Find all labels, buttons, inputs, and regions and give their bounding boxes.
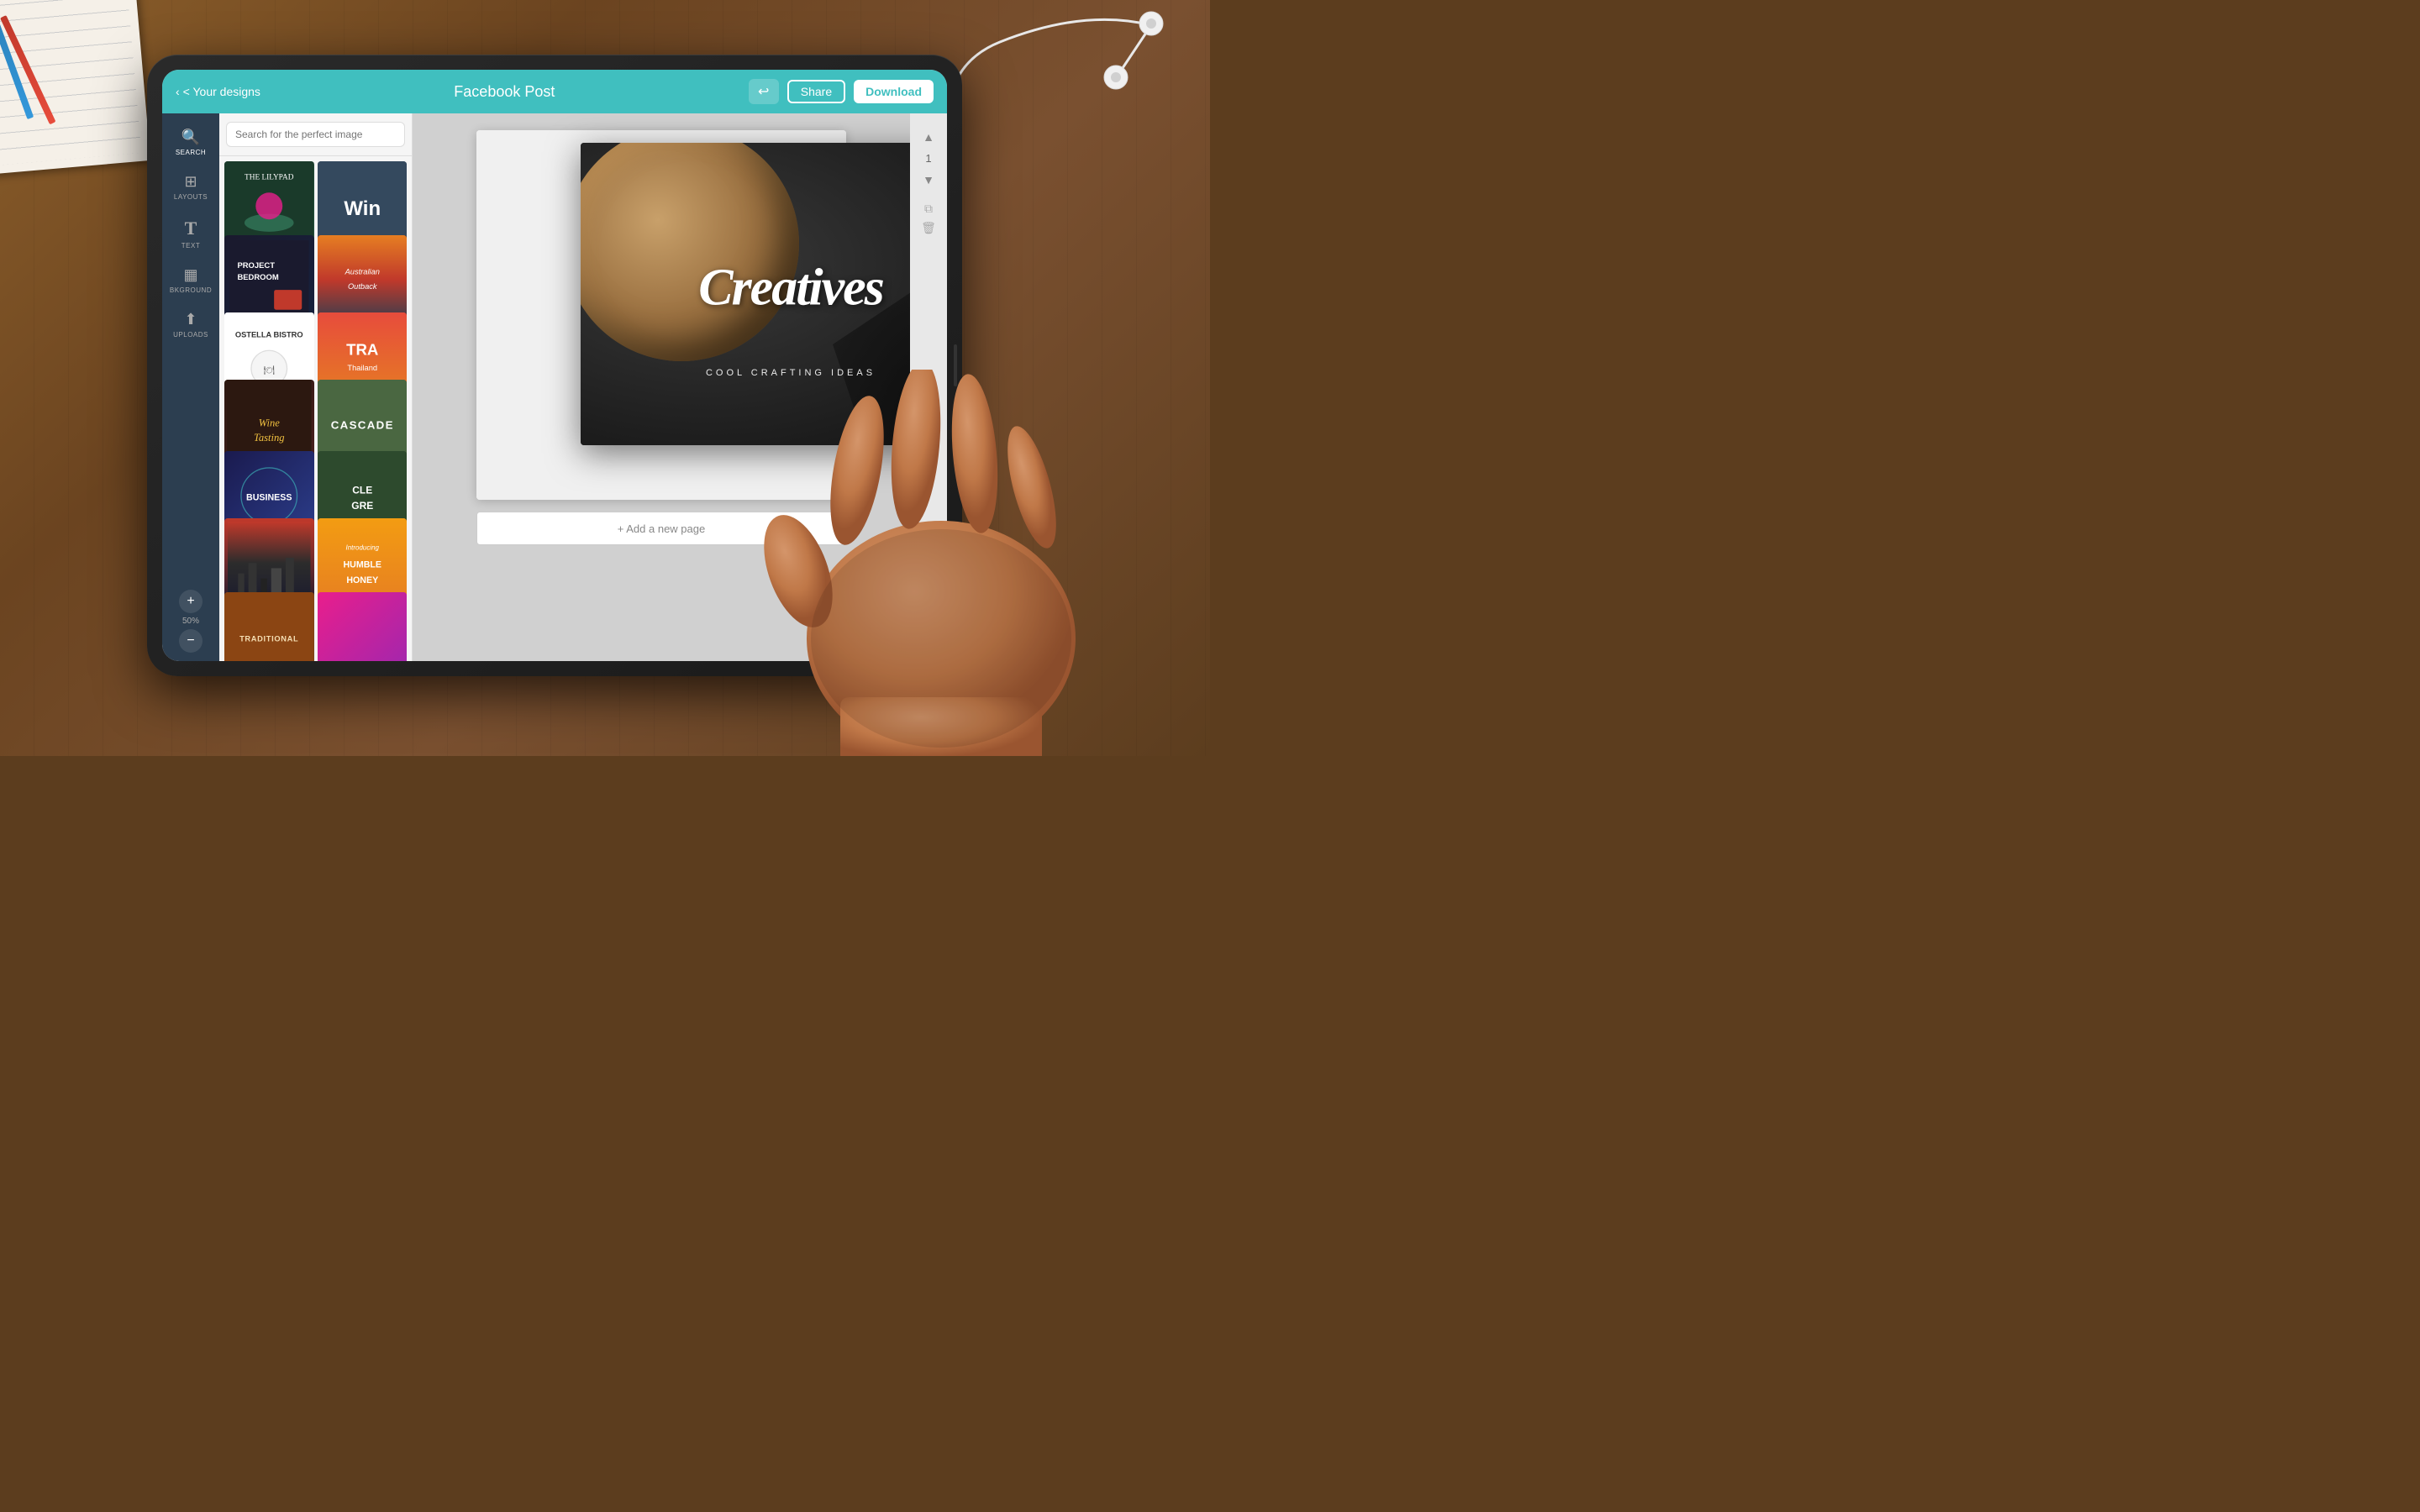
- notebook: [0, 0, 150, 175]
- background-label: BKGROUND: [170, 286, 212, 294]
- svg-text:Win: Win: [344, 197, 381, 220]
- svg-text:Introducing: Introducing: [345, 544, 379, 552]
- svg-text:Wine: Wine: [259, 417, 281, 428]
- sidebar-item-uploads[interactable]: ⬆ UPLOADS: [162, 302, 219, 347]
- add-page-label: + Add a new page: [618, 522, 705, 535]
- svg-text:PROJECT: PROJECT: [237, 261, 275, 270]
- back-button[interactable]: ‹ < Your designs: [176, 85, 260, 98]
- share-button[interactable]: Share: [787, 80, 845, 103]
- sidebar-item-search[interactable]: 🔍 SEARCH: [162, 120, 219, 165]
- back-label: < Your designs: [183, 85, 260, 98]
- search-label: SEARCH: [176, 149, 206, 156]
- svg-text:BUSINESS: BUSINESS: [246, 493, 292, 503]
- text-icon: T: [185, 218, 197, 239]
- page-down-button[interactable]: ▼: [918, 170, 939, 190]
- search-input[interactable]: [226, 122, 405, 147]
- sidebar-item-text[interactable]: T TEXT: [162, 209, 219, 258]
- svg-text:TRA: TRA: [346, 340, 378, 358]
- hand-overlay: [723, 370, 1160, 756]
- page-delete-button[interactable]: 🗑: [921, 221, 936, 235]
- undo-icon: ↩: [758, 83, 769, 100]
- zoom-value: 50%: [182, 617, 199, 626]
- search-box: [219, 113, 412, 156]
- layouts-icon: ⊞: [184, 173, 197, 191]
- creatives-title: Creatives: [698, 258, 883, 318]
- template-australia[interactable]: Australian Outback: [318, 235, 408, 325]
- document-title: Facebook Post: [260, 83, 749, 101]
- yarn-shape: [581, 143, 799, 361]
- zoom-out-button[interactable]: −: [179, 629, 203, 653]
- page-number: 1: [925, 152, 931, 165]
- template-panel: THE LILYPAD Win: [219, 113, 413, 661]
- top-bar: ‹ < Your designs Facebook Post ↩ Share D…: [162, 70, 947, 113]
- svg-text:Outback: Outback: [347, 282, 377, 291]
- sidebar-item-background[interactable]: ▦ BKGROUND: [162, 258, 219, 302]
- zoom-in-button[interactable]: +: [179, 590, 203, 613]
- page-down-icon: ▼: [923, 173, 934, 186]
- svg-text:Thailand: Thailand: [347, 364, 377, 372]
- svg-text:THE LILYPAD: THE LILYPAD: [245, 173, 294, 181]
- svg-text:🍽: 🍽: [263, 365, 275, 375]
- template-traditional[interactable]: TRADITIONAL: [224, 592, 314, 661]
- template-pink[interactable]: [318, 592, 408, 661]
- undo-button[interactable]: ↩: [749, 79, 779, 104]
- sidebar-bottom: + 50% −: [179, 590, 203, 661]
- sidebar-item-layouts[interactable]: ⊞ LAYOUTS: [162, 165, 219, 209]
- svg-text:CLE: CLE: [352, 485, 372, 496]
- delete-icon: 🗑: [921, 221, 936, 234]
- back-chevron-icon: ‹: [176, 85, 180, 98]
- svg-text:CASCADE: CASCADE: [330, 418, 393, 431]
- layouts-label: LAYOUTS: [174, 193, 208, 201]
- svg-text:HUMBLE: HUMBLE: [343, 560, 381, 570]
- svg-text:Australian: Australian: [344, 267, 379, 276]
- svg-text:HONEY: HONEY: [346, 575, 378, 585]
- svg-text:Tasting: Tasting: [254, 431, 285, 443]
- uploads-icon: ⬆: [184, 311, 197, 328]
- background-icon: ▦: [183, 266, 197, 284]
- download-button[interactable]: Download: [854, 80, 934, 103]
- top-bar-actions: ↩ Share Download: [749, 79, 934, 104]
- svg-text:BEDROOM: BEDROOM: [237, 273, 278, 282]
- svg-text:TRADITIONAL: TRADITIONAL: [239, 635, 298, 643]
- page-up-button[interactable]: ▲: [918, 127, 939, 147]
- page-copy-button[interactable]: ⧉: [924, 202, 933, 216]
- svg-text:GRE: GRE: [351, 501, 373, 512]
- copy-icon: ⧉: [924, 202, 933, 215]
- search-icon: 🔍: [182, 129, 200, 146]
- page-up-icon: ▲: [923, 130, 934, 144]
- uploads-label: UPLOADS: [173, 331, 208, 339]
- svg-text:OSTELLA BISTRO: OSTELLA BISTRO: [235, 330, 303, 339]
- template-grid: THE LILYPAD Win: [219, 156, 412, 661]
- text-label: TEXT: [182, 242, 200, 249]
- left-sidebar: 🔍 SEARCH ⊞ LAYOUTS T TEXT ▦ BKGROUND: [162, 113, 219, 661]
- template-project-bedroom[interactable]: PROJECT BEDROOM: [224, 235, 314, 325]
